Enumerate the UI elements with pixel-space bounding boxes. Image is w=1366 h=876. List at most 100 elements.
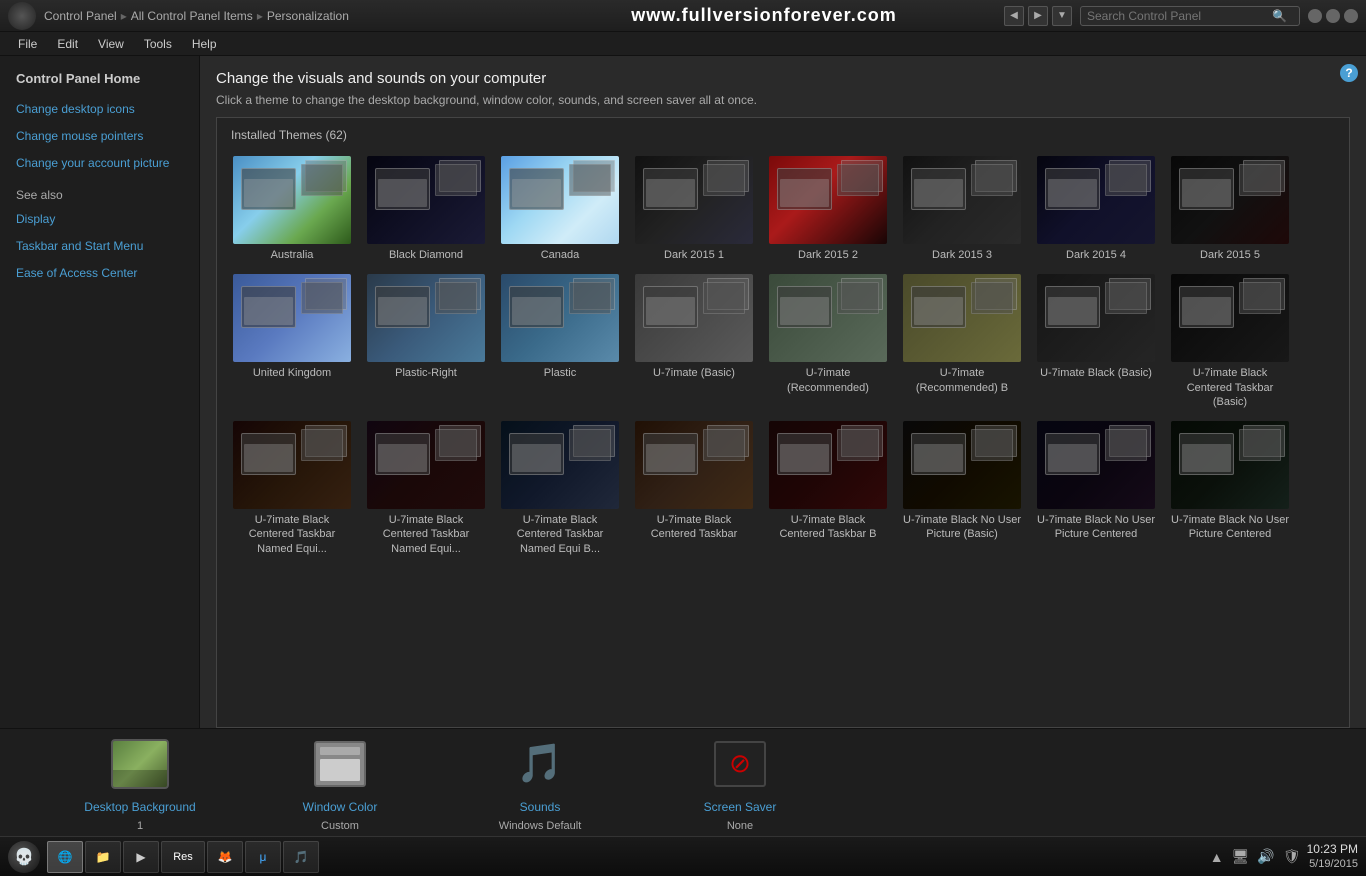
volume-tray-icon[interactable]: 🔊 — [1255, 848, 1276, 865]
theme-item[interactable]: U-7imate (Recommended) — [763, 270, 893, 413]
bottom-item-value: None — [727, 820, 753, 832]
minimize-button[interactable] — [1308, 9, 1322, 23]
sidebar-link-display[interactable]: Display — [0, 206, 199, 233]
nav-fwd-button[interactable]: ▶ — [1028, 6, 1048, 26]
theme-name-label: Dark 2015 5 — [1169, 248, 1291, 262]
theme-item[interactable]: United Kingdom — [227, 270, 357, 413]
taskbar-utorrent-button[interactable]: μ — [245, 841, 281, 873]
music-icon: 🎵 — [294, 850, 309, 864]
theme-item[interactable]: Plastic-Right — [361, 270, 491, 413]
bottom-icon-screen-saver: ⊘ — [710, 734, 770, 794]
menu-file[interactable]: File — [8, 32, 47, 56]
title-bar: Control Panel ▸ All Control Panel Items … — [0, 0, 1366, 32]
folder-icon: 📁 — [96, 850, 111, 864]
theme-item[interactable]: U-7imate Black No User Picture Centered — [1165, 417, 1295, 560]
tray-expand-icon[interactable]: ▲ — [1208, 849, 1226, 865]
page-title: Change the visuals and sounds on your co… — [216, 70, 1350, 87]
theme-name-label: Plastic-Right — [365, 366, 487, 380]
theme-name-label: U-7imate Black Centered Taskbar — [633, 513, 755, 542]
sidebar-link-mouse-pointers[interactable]: Change mouse pointers — [0, 123, 199, 150]
menu-tools[interactable]: Tools — [134, 32, 182, 56]
sidebar-link-desktop-icons[interactable]: Change desktop icons — [0, 96, 199, 123]
action-center-icon[interactable]: 🛡 — [1281, 848, 1303, 865]
theme-name-label: Australia — [231, 248, 353, 262]
taskbar-media-button[interactable]: ▶ — [123, 841, 159, 873]
menu-edit[interactable]: Edit — [47, 32, 88, 56]
theme-item[interactable]: Dark 2015 4 — [1031, 152, 1161, 266]
breadcrumb-item-personalization[interactable]: Personalization — [267, 9, 349, 23]
maximize-button[interactable] — [1326, 9, 1340, 23]
search-input[interactable] — [1087, 9, 1272, 23]
theme-name-label: U-7imate Black Centered Taskbar Named Eq… — [365, 513, 487, 556]
taskbar-folder-button[interactable]: 📁 — [85, 841, 121, 873]
bottom-item-sounds[interactable]: 🎵SoundsWindows Default — [440, 734, 640, 832]
system-tray: ▲ 🖥 🔊 🛡 — [1208, 848, 1303, 865]
sidebar: Control Panel Home Change desktop icons … — [0, 56, 200, 728]
breadcrumb-item-cp[interactable]: Control Panel — [44, 9, 117, 23]
content-area: ? Change the visuals and sounds on your … — [200, 56, 1366, 728]
main-layout: Control Panel Home Change desktop icons … — [0, 56, 1366, 728]
see-also-title: See also — [0, 176, 199, 206]
theme-item[interactable]: Canada — [495, 152, 625, 266]
theme-item[interactable]: U-7imate (Basic) — [629, 270, 759, 413]
site-watermark: www.fullversionforever.com — [524, 5, 1004, 26]
theme-item[interactable]: U-7imate Black No User Picture (Basic) — [897, 417, 1027, 560]
explorer-icon: 🌐 — [58, 850, 73, 864]
theme-name-label: Dark 2015 3 — [901, 248, 1023, 262]
close-button[interactable] — [1344, 9, 1358, 23]
bottom-item-window-color[interactable]: Window ColorCustom — [240, 734, 440, 832]
theme-item[interactable]: U-7imate (Recommended) B — [897, 270, 1027, 413]
theme-item[interactable]: Dark 2015 1 — [629, 152, 759, 266]
theme-item[interactable]: Dark 2015 5 — [1165, 152, 1295, 266]
menu-view[interactable]: View — [88, 32, 134, 56]
themes-container[interactable]: Installed Themes (62) AustraliaBlack Dia… — [216, 117, 1350, 728]
sidebar-link-taskbar[interactable]: Taskbar and Start Menu — [0, 233, 199, 260]
theme-name-label: Dark 2015 2 — [767, 248, 889, 262]
utorrent-icon: μ — [260, 850, 267, 864]
theme-item[interactable]: U-7imate Black Centered Taskbar (Basic) — [1165, 270, 1295, 413]
bottom-item-desktop-background[interactable]: Desktop Background1 — [40, 734, 240, 832]
theme-item[interactable]: U-7imate Black (Basic) — [1031, 270, 1161, 413]
sidebar-link-account-picture[interactable]: Change your account picture — [0, 150, 199, 177]
taskbar-firefox-button[interactable]: 🦊 — [207, 841, 243, 873]
taskbar-res-button[interactable]: Res — [161, 841, 205, 873]
theme-item[interactable]: Dark 2015 3 — [897, 152, 1027, 266]
nav-arrows: ◀ ▶ ▼ — [1004, 6, 1072, 26]
theme-name-label: U-7imate (Recommended) — [767, 366, 889, 395]
taskbar-explorer-button[interactable]: 🌐 — [47, 841, 83, 873]
theme-item[interactable]: U-7imate Black Centered Taskbar B — [763, 417, 893, 560]
theme-item[interactable]: U-7imate Black No User Picture Centered — [1031, 417, 1161, 560]
bottom-bar: Desktop Background1Window ColorCustom 🎵 So… — [0, 728, 1366, 836]
theme-name-label: U-7imate Black No User Picture Centered — [1169, 513, 1291, 542]
sidebar-home[interactable]: Control Panel Home — [0, 66, 199, 96]
theme-item[interactable]: Plastic — [495, 270, 625, 413]
theme-item[interactable]: U-7imate Black Centered Taskbar Named Eq… — [495, 417, 625, 560]
bottom-item-label: Desktop Background — [84, 800, 195, 814]
theme-item[interactable]: U-7imate Black Centered Taskbar Named Eq… — [361, 417, 491, 560]
taskbar-music-button[interactable]: 🎵 — [283, 841, 319, 873]
bottom-item-label: Sounds — [520, 800, 561, 814]
nav-down-button[interactable]: ▼ — [1052, 6, 1072, 26]
bottom-icon-sounds: 🎵 — [510, 734, 570, 794]
start-button[interactable]: 💀 — [4, 839, 44, 875]
theme-item[interactable]: Dark 2015 2 — [763, 152, 893, 266]
theme-item[interactable]: U-7imate Black Centered Taskbar Named Eq… — [227, 417, 357, 560]
bottom-icon-desktop-bg — [110, 734, 170, 794]
sidebar-link-ease-of-access[interactable]: Ease of Access Center — [0, 260, 199, 287]
theme-item[interactable]: Australia — [227, 152, 357, 266]
theme-name-label: U-7imate Black Centered Taskbar Named Eq… — [499, 513, 621, 556]
network-tray-icon[interactable]: 🖥 — [1230, 848, 1252, 865]
nav-back-button[interactable]: ◀ — [1004, 6, 1024, 26]
theme-name-label: Black Diamond — [365, 248, 487, 262]
theme-name-label: United Kingdom — [231, 366, 353, 380]
theme-name-label: U-7imate Black (Basic) — [1035, 366, 1157, 380]
menu-help[interactable]: Help — [182, 32, 227, 56]
res-icon: Res — [173, 851, 193, 863]
media-icon: ▶ — [136, 850, 145, 864]
theme-item[interactable]: U-7imate Black Centered Taskbar — [629, 417, 759, 560]
help-button[interactable]: ? — [1340, 64, 1358, 82]
system-clock[interactable]: 10:23 PM 5/19/2015 — [1307, 842, 1358, 872]
theme-item[interactable]: Black Diamond — [361, 152, 491, 266]
bottom-item-screen-saver[interactable]: ⊘Screen SaverNone — [640, 734, 840, 832]
breadcrumb-item-all[interactable]: All Control Panel Items — [131, 9, 253, 23]
